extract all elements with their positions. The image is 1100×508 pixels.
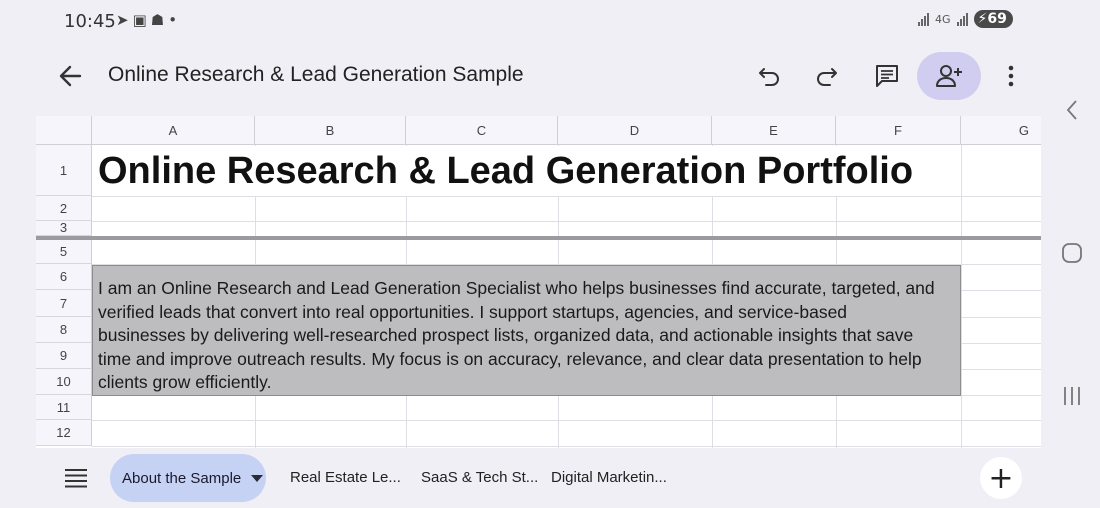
screenshot-icon: ▣ xyxy=(132,11,151,29)
sheet-list-menu-icon[interactable] xyxy=(64,467,88,489)
tab-about-the-sample[interactable]: About the Sample xyxy=(110,454,266,502)
system-status: 4G ⚡69 xyxy=(918,10,1013,28)
row-header-10[interactable]: 10 xyxy=(36,369,92,395)
telegram-icon: ➤ xyxy=(116,11,133,29)
snapchat-icon: ☗ xyxy=(150,11,169,29)
description-line: verified leads that convert into real op… xyxy=(98,301,848,322)
row-header-8[interactable]: 8 xyxy=(36,317,92,343)
spreadsheet-grid[interactable]: A B C D E F G 1 2 3 5 6 7 8 9 10 11 12 O… xyxy=(36,116,1041,448)
tab-label: About the Sample xyxy=(122,469,242,487)
tab-real-estate[interactable]: Real Estate Le... xyxy=(290,469,401,486)
column-header-f[interactable]: F xyxy=(836,116,961,145)
row-header-1[interactable]: 1 xyxy=(36,145,92,196)
select-all-corner[interactable] xyxy=(36,116,92,145)
nav-back-icon[interactable] xyxy=(1058,99,1086,121)
column-header-a[interactable]: A xyxy=(92,116,255,145)
row-header-3[interactable]: 3 xyxy=(36,221,92,236)
status-bar: 10:45 ➤▣☗• 4G ⚡69 xyxy=(0,0,1100,42)
plus-icon: + xyxy=(988,460,1014,496)
status-time: 10:45 xyxy=(64,11,116,32)
row-header-12[interactable]: 12 xyxy=(36,420,92,446)
description-line: clients grow efficiently. xyxy=(98,372,272,393)
tab-saas-tech[interactable]: SaaS & Tech St... xyxy=(421,469,538,486)
column-header-d[interactable]: D xyxy=(558,116,712,145)
row-header-7[interactable]: 7 xyxy=(36,290,92,317)
title-cell-a1[interactable]: Online Research & Lead Generation Portfo… xyxy=(93,146,961,196)
redo-icon[interactable] xyxy=(809,58,845,94)
more-options-icon[interactable] xyxy=(993,58,1029,94)
signal-icon xyxy=(918,12,929,26)
row-header-9[interactable]: 9 xyxy=(36,343,92,369)
battery-level: 69 xyxy=(987,11,1007,27)
undo-icon[interactable] xyxy=(751,58,787,94)
battery-icon: ⚡69 xyxy=(973,10,1013,28)
row-header-2[interactable]: 2 xyxy=(36,196,92,221)
column-header-g[interactable]: G xyxy=(961,116,1041,145)
row-header-5[interactable]: 5 xyxy=(36,240,92,264)
dot-icon: • xyxy=(168,11,182,29)
description-line: businesses by delivering well-researched… xyxy=(98,325,914,346)
frozen-rows-divider[interactable] xyxy=(36,236,1041,240)
nav-recents-icon[interactable] xyxy=(1058,385,1086,407)
add-sheet-button[interactable]: + xyxy=(980,457,1022,499)
column-header-b[interactable]: B xyxy=(255,116,406,145)
document-title: Online Research & Lead Generation Sample xyxy=(108,63,524,86)
nav-home-icon[interactable] xyxy=(1058,242,1086,264)
back-arrow-icon[interactable] xyxy=(56,60,86,92)
network-type: 4G xyxy=(935,12,951,26)
column-header-e[interactable]: E xyxy=(712,116,836,145)
description-line: time and improve outreach results. My fo… xyxy=(98,348,922,369)
tab-digital-marketing[interactable]: Digital Marketin... xyxy=(551,469,667,486)
signal-icon-2 xyxy=(956,12,968,26)
add-collaborator-button[interactable] xyxy=(917,52,981,100)
description-line: I am an Online Research and Lead Generat… xyxy=(98,278,935,298)
person-add-icon xyxy=(936,65,962,87)
dropdown-caret-icon[interactable] xyxy=(251,474,264,482)
notification-icons: ➤▣☗• xyxy=(116,11,181,29)
comment-icon[interactable] xyxy=(869,58,905,94)
row-header-11[interactable]: 11 xyxy=(36,395,92,420)
column-header-c[interactable]: C xyxy=(406,116,558,145)
row-header-6[interactable]: 6 xyxy=(36,264,92,290)
description-cell-a6[interactable]: I am an Online Research and Lead Generat… xyxy=(92,265,961,396)
